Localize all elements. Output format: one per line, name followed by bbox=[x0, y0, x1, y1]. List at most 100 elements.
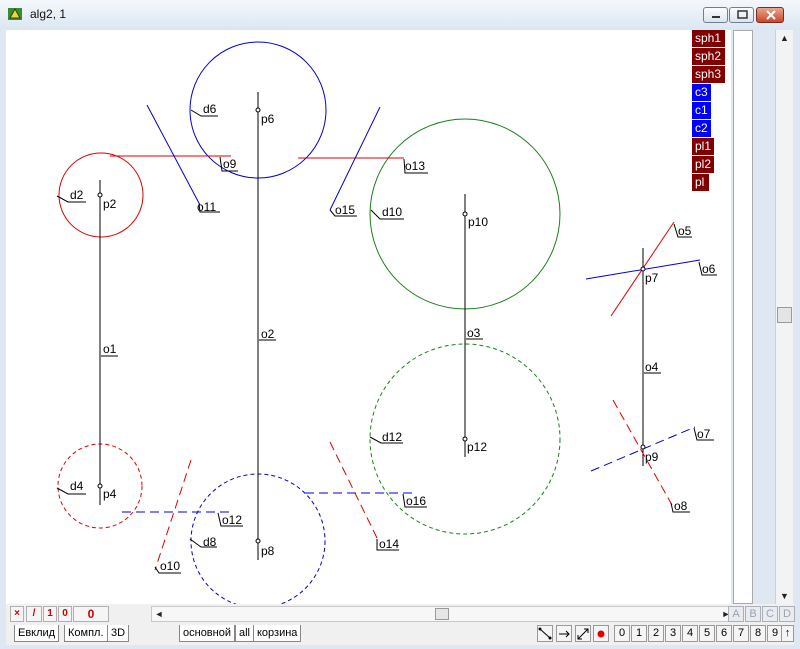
line-o11[interactable] bbox=[146, 104, 201, 206]
point-p6[interactable] bbox=[255, 107, 261, 113]
label-o9: o9 bbox=[223, 157, 237, 171]
horizontal-scrollbar[interactable]: ◄ ► bbox=[151, 606, 734, 622]
close-icon bbox=[766, 10, 776, 20]
counter-display: 0 bbox=[73, 606, 109, 622]
legend-item-pl[interactable]: pl bbox=[692, 174, 709, 191]
digit-7-button[interactable]: 7 bbox=[733, 625, 749, 642]
point-p8[interactable] bbox=[255, 538, 261, 544]
minimize-button[interactable] bbox=[703, 7, 728, 23]
close-button[interactable] bbox=[756, 7, 784, 23]
label-p7: p7 bbox=[645, 271, 659, 285]
label-o6: o6 bbox=[702, 262, 716, 276]
line-o10[interactable] bbox=[154, 459, 192, 571]
label-d10: d10 bbox=[382, 205, 402, 219]
horizontal-scroll-thumb[interactable] bbox=[435, 608, 449, 620]
one-button[interactable]: 1 bbox=[43, 606, 57, 622]
bottom-toolbar: × / 1 0 0 ◄ ► A B C D Евклид Компл. 3D о… bbox=[6, 604, 795, 645]
layer-c-button[interactable]: C bbox=[762, 606, 778, 622]
label-p2: p2 bbox=[103, 197, 117, 211]
label-o12: o12 bbox=[222, 513, 242, 527]
legend-item-sph3[interactable]: sph3 bbox=[692, 66, 725, 83]
tab-korzina[interactable]: корзина bbox=[253, 625, 302, 642]
label-o13: o13 bbox=[405, 159, 425, 173]
minimize-icon bbox=[712, 16, 720, 18]
tab-osnovnoy[interactable]: основной bbox=[179, 625, 235, 642]
label-d6: d6 bbox=[203, 102, 217, 116]
segment-tool-button[interactable] bbox=[537, 625, 553, 642]
label-d2: d2 bbox=[70, 188, 84, 202]
diagonal-line-icon bbox=[538, 627, 552, 640]
up-arrow-button[interactable]: ↑ bbox=[781, 625, 794, 642]
label-p12: p12 bbox=[467, 440, 487, 454]
label-o8: o8 bbox=[674, 499, 688, 513]
legend-item-sph2[interactable]: sph2 bbox=[692, 48, 725, 65]
label-o3: o3 bbox=[467, 326, 481, 340]
point-p2[interactable] bbox=[97, 192, 103, 198]
point-p4[interactable] bbox=[97, 483, 103, 489]
point-p10[interactable] bbox=[462, 211, 468, 217]
point-p9[interactable] bbox=[640, 444, 646, 450]
digit-2-button[interactable]: 2 bbox=[648, 625, 664, 642]
label-o16: o16 bbox=[406, 494, 426, 508]
label-p6: p6 bbox=[261, 112, 275, 126]
vertical-scroll-thumb[interactable] bbox=[777, 307, 792, 323]
legend-item-pl1[interactable]: pl1 bbox=[692, 138, 714, 155]
digit-3-button[interactable]: 3 bbox=[665, 625, 681, 642]
tab-kompl[interactable]: Компл. bbox=[64, 625, 108, 642]
delete-button[interactable]: × bbox=[10, 606, 24, 622]
line-tool-button[interactable]: / bbox=[26, 606, 42, 622]
layer-a-button[interactable]: A bbox=[728, 606, 744, 622]
label-o1: o1 bbox=[103, 342, 117, 356]
label-o10: o10 bbox=[160, 559, 180, 573]
digit-8-button[interactable]: 8 bbox=[750, 625, 766, 642]
legend-item-c1[interactable]: c1 bbox=[692, 102, 711, 119]
zero-button[interactable]: 0 bbox=[58, 606, 72, 622]
label-o5: o5 bbox=[678, 224, 692, 238]
label-leaders bbox=[56, 109, 717, 574]
digit-1-button[interactable]: 1 bbox=[631, 625, 647, 642]
label-o11: o11 bbox=[197, 200, 216, 214]
scroll-left-button[interactable]: ◄ bbox=[152, 607, 166, 621]
arrow-right-icon bbox=[559, 630, 570, 638]
tab-all[interactable]: all bbox=[235, 625, 255, 642]
layer-d-button[interactable]: D bbox=[779, 606, 795, 622]
window-title: alg2, 1 bbox=[30, 7, 67, 21]
label-o15: o15 bbox=[335, 203, 355, 217]
label-o14: o14 bbox=[379, 537, 399, 551]
label-p4: p4 bbox=[103, 487, 117, 501]
vertical-scrollbar[interactable]: ▲ ▼ bbox=[775, 30, 793, 604]
label-d4: d4 bbox=[70, 479, 84, 493]
geometry-drawing[interactable]: d6 p6 o9 o13 d2 p2 o11 o15 d10 p10 o5 p7… bbox=[6, 30, 731, 609]
ray-tool-button[interactable] bbox=[556, 625, 572, 642]
digit-4-button[interactable]: 4 bbox=[682, 625, 698, 642]
resize-tool-button[interactable] bbox=[575, 625, 591, 642]
digit-5-button[interactable]: 5 bbox=[699, 625, 715, 642]
scroll-up-button[interactable]: ▲ bbox=[776, 30, 793, 46]
list-panel[interactable] bbox=[733, 30, 753, 604]
label-o7: o7 bbox=[697, 427, 711, 441]
label-p10: p10 bbox=[468, 215, 488, 229]
scroll-down-button[interactable]: ▼ bbox=[776, 588, 793, 604]
label-o4: o4 bbox=[645, 360, 659, 374]
label-d8: d8 bbox=[203, 535, 217, 549]
label-p8: p8 bbox=[261, 544, 275, 558]
maximize-button[interactable] bbox=[729, 7, 754, 23]
app-icon bbox=[8, 7, 22, 20]
legend-item-c2[interactable]: c2 bbox=[692, 120, 711, 137]
record-button[interactable] bbox=[593, 625, 609, 642]
resize-arrow-icon bbox=[577, 628, 589, 640]
legend-item-pl2[interactable]: pl2 bbox=[692, 156, 714, 173]
record-dot-icon bbox=[597, 630, 605, 638]
line-o14[interactable] bbox=[329, 441, 379, 541]
digit-6-button[interactable]: 6 bbox=[716, 625, 732, 642]
layer-b-button[interactable]: B bbox=[745, 606, 761, 622]
legend-item-sph1[interactable]: sph1 bbox=[692, 30, 725, 47]
object-legend: sph1 sph2 sph3 c3 c1 c2 pl1 pl2 pl bbox=[692, 30, 726, 192]
drawing-canvas[interactable]: d6 p6 o9 o13 d2 p2 o11 o15 d10 p10 o5 p7… bbox=[6, 30, 731, 609]
label-p9: p9 bbox=[645, 450, 659, 464]
window-frame: alg2, 1 d6 p6 o9 o13 d2 p2 o11 o15 d10 p… bbox=[0, 0, 800, 649]
tab-3d[interactable]: 3D bbox=[107, 625, 130, 642]
digit-0-button[interactable]: 0 bbox=[614, 625, 630, 642]
tab-evklid[interactable]: Евклид bbox=[14, 625, 60, 642]
legend-item-c3[interactable]: c3 bbox=[692, 84, 711, 101]
